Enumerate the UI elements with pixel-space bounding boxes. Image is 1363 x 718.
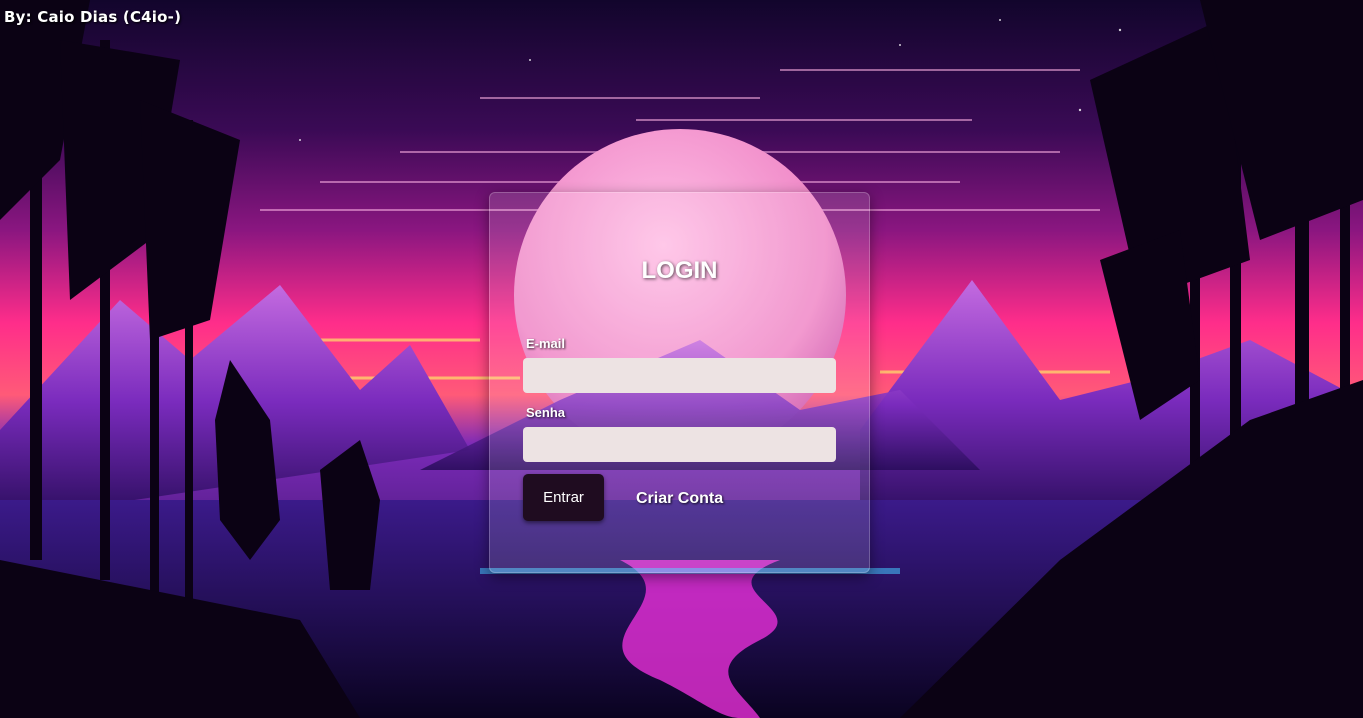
login-button[interactable]: Entrar <box>523 474 604 521</box>
author-credit: By: Caio Dias (C4io-) <box>4 8 182 26</box>
login-title: LOGIN <box>641 257 718 284</box>
password-field[interactable] <box>523 427 836 462</box>
password-label: Senha <box>526 405 566 420</box>
email-field[interactable] <box>523 358 836 393</box>
login-card: LOGIN E-mail Senha Entrar Criar Conta <box>489 192 870 573</box>
create-account-link[interactable]: Criar Conta <box>636 490 723 508</box>
email-label: E-mail <box>526 336 566 351</box>
